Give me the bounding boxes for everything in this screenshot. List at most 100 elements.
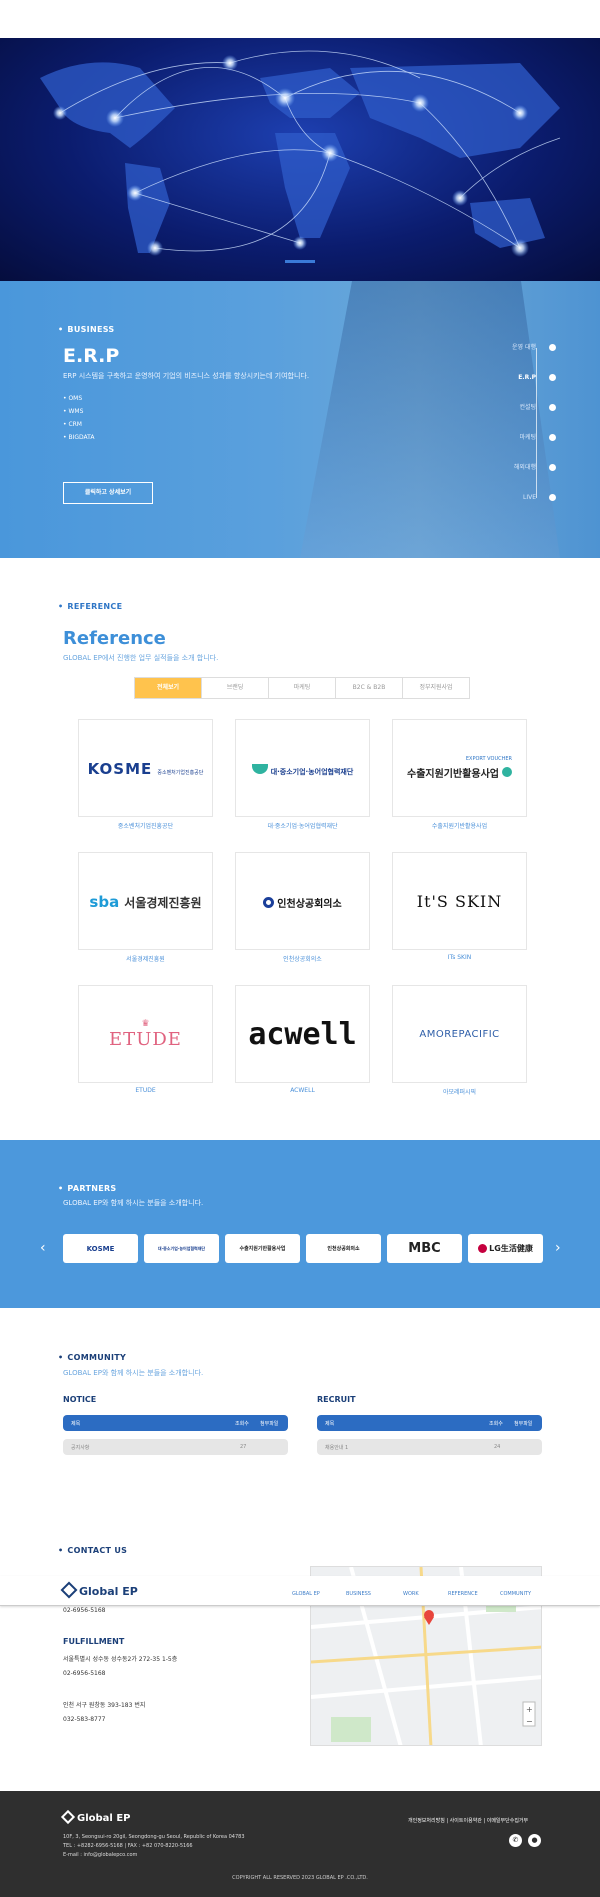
gnb-item-work[interactable]: WORK	[403, 1591, 419, 1597]
reference-subtitle: GLOBAL EP에서 진행한 업무 실적들을 소개 합니다.	[63, 654, 219, 662]
footer-address: 10F, 3, Seongsui-ro 20gil, Seongdong-gu …	[63, 1834, 245, 1840]
side-nav-item-consulting[interactable]: 컨설팅	[480, 400, 560, 430]
floating-gnb: Global EP GLOBAL EP BUSINESS WORK REFERE…	[0, 1576, 600, 1606]
fulfillment-address-1: 서울특별시 성수동 성수동2가 272-35 1-5층	[63, 1656, 178, 1663]
side-nav-item-live[interactable]: LIVE	[480, 490, 560, 520]
side-nav-dot	[549, 494, 556, 501]
reference-card-acwell[interactable]: acwell	[235, 985, 370, 1083]
reference-caption: 중소벤처기업진흥공단	[117, 823, 174, 830]
footer-copyright: COPYRIGHT ALL RESERVED 2023 GLOBAL EP .C…	[232, 1875, 368, 1881]
gnb-item-business[interactable]: BUSINESS	[346, 1591, 371, 1597]
business-item: OMS	[63, 392, 94, 405]
reference-card-incheon-chamber[interactable]: 인천상공회의소	[235, 852, 370, 950]
side-nav-label: 컨설팅	[519, 404, 536, 411]
reference-caption: 서울경제진흥원	[126, 956, 165, 963]
contact-section-label: CONTACT US	[58, 1546, 127, 1555]
notice-table-header: 제목 조회수 첨부파일	[63, 1415, 288, 1431]
side-nav-label: 해외대행	[513, 464, 536, 471]
svg-text:−: −	[526, 1717, 533, 1726]
partners-prev-arrow[interactable]: ‹	[40, 1240, 46, 1256]
incheon-chamber-logo: 인천상공회의소	[263, 892, 342, 911]
svg-text:+: +	[526, 1705, 533, 1714]
reference-card-win-win[interactable]: 대·중소기업·농어업협력재단	[235, 719, 370, 817]
reference-caption: 인천상공회의소	[283, 956, 322, 963]
recruit-table-header: 제목 조회수 첨부파일	[317, 1415, 542, 1431]
reference-card-sba[interactable]: sba 서울경제진흥원	[78, 852, 213, 950]
side-nav-dot	[549, 374, 556, 381]
side-nav-item-operation[interactable]: 운영 대행	[480, 340, 560, 370]
tab-branding[interactable]: 브랜딩	[202, 678, 269, 698]
reference-card-etude[interactable]: ♛ ETUDE	[78, 985, 213, 1083]
kosme-logo: KOSME 중소벤처기업진흥공단	[87, 759, 204, 778]
business-item: BIGDATA	[63, 431, 94, 444]
side-nav-label: 마케팅	[519, 434, 536, 441]
reference-caption: ETUDE	[135, 1087, 156, 1094]
logo-mark-icon	[60, 1581, 78, 1599]
footer-policy-links[interactable]: 개인정보처리방침 | 사이트이용약관 | 이메일무단수집거부	[408, 1817, 528, 1824]
map-pin-icon[interactable]: ●	[528, 1834, 541, 1847]
contact-phone: 02-6956-5168	[63, 1607, 106, 1614]
itsskin-logo: It'S SKIN	[416, 891, 503, 911]
reference-caption: 대·중소기업·농어업협력재단	[267, 823, 338, 830]
business-detail-button[interactable]: 클릭하고 상세보기	[63, 482, 153, 504]
reference-section-label: REFERENCE	[58, 602, 122, 611]
business-title: E.R.P	[63, 345, 120, 367]
reference-card-amorepacific[interactable]: AMOREPACIFIC	[392, 985, 527, 1083]
business-item: CRM	[63, 418, 94, 431]
side-nav-item-erp[interactable]: E.R.P	[480, 370, 560, 400]
reference-tabs: 전체보기 브랜딩 마케팅 B2C & B2B 정부지원사업	[134, 677, 470, 699]
world-network-graphic	[40, 50, 561, 263]
fulfillment-title: FULFILLMENT	[63, 1637, 125, 1646]
acwell-logo: acwell	[248, 1016, 357, 1052]
partner-logo-win-win: 대·중소기업·농어업협력재단	[144, 1234, 219, 1263]
side-nav-label: E.R.P	[518, 374, 536, 381]
phone-icon[interactable]: ✆	[509, 1834, 522, 1847]
notice-title: NOTICE	[63, 1395, 97, 1404]
partners-next-arrow[interactable]: ›	[555, 1240, 561, 1256]
gnb-item-reference[interactable]: REFERENCE	[448, 1591, 478, 1597]
gnb-item-globalep[interactable]: GLOBAL EP	[292, 1591, 320, 1597]
community-section-label: COMMUNITY	[58, 1353, 126, 1362]
amorepacific-logo: AMOREPACIFIC	[419, 1028, 500, 1040]
hero-world-map	[0, 38, 600, 281]
side-nav-item-overseas[interactable]: 해외대행	[480, 460, 560, 490]
side-nav-item-marketing[interactable]: 마케팅	[480, 430, 560, 460]
top-bar	[0, 0, 600, 38]
recruit-title: RECRUIT	[317, 1395, 356, 1404]
reference-card-kosme[interactable]: KOSME 중소벤처기업진흥공단	[78, 719, 213, 817]
reference-caption: ITs SKIN	[447, 954, 472, 961]
tab-gov-support[interactable]: 정부지원사업	[403, 678, 469, 698]
partner-logo-incheon-chamber: 인천상공회의소	[306, 1234, 381, 1263]
reference-caption: ACWELL	[290, 1087, 315, 1094]
fulfillment-phone-2: 032-583-8777	[63, 1716, 106, 1723]
side-nav-dot	[549, 434, 556, 441]
footer-logo: Global EP	[60, 1809, 130, 1825]
reference-card-itsskin[interactable]: It'S SKIN	[392, 852, 527, 950]
business-description: ERP 시스템을 구축하고 운영하여 기업의 비즈니스 성과를 향상시키는데 기…	[63, 372, 310, 380]
export-voucher-logo: EXPORT VOUCHER 수출지원기반활용사업	[407, 755, 512, 780]
reference-caption: 수출지원기반활용사업	[431, 823, 488, 830]
partner-logo-lg: LG生活健康	[468, 1234, 543, 1263]
gnb-item-community[interactable]: COMMUNITY	[500, 1591, 531, 1597]
reference-card-export-voucher[interactable]: EXPORT VOUCHER 수출지원기반활용사업	[392, 719, 527, 817]
recruit-row[interactable]: 채용안내 1 24	[317, 1439, 542, 1455]
business-item: WMS	[63, 405, 94, 418]
reference-title: Reference	[63, 628, 166, 649]
partners-section	[0, 1140, 600, 1308]
side-nav-label: 운영 대행	[512, 344, 536, 351]
business-side-nav: 운영 대행 E.R.P 컨설팅 마케팅 해외대행 LIVE	[480, 340, 560, 520]
side-nav-dot	[549, 344, 556, 351]
tab-marketing[interactable]: 마케팅	[269, 678, 336, 698]
business-section-label: BUSINESS	[58, 325, 114, 334]
footer-email: E-mail : info@globalepco.com	[63, 1852, 138, 1858]
side-nav-dot	[549, 404, 556, 411]
side-nav-dot	[549, 464, 556, 471]
notice-row[interactable]: 공지사항 27	[63, 1439, 288, 1455]
gnb-logo[interactable]: Global EP	[60, 1581, 138, 1599]
tab-b2c-b2b[interactable]: B2C & B2B	[336, 678, 403, 698]
sba-logo: sba 서울경제진흥원	[89, 892, 202, 911]
partners-section-label: PARTNERS	[58, 1184, 116, 1193]
tab-all[interactable]: 전체보기	[135, 678, 202, 698]
community-subtitle: GLOBAL EP와 함께 하시는 분들을 소개합니다.	[63, 1369, 204, 1377]
win-win-foundation-logo: 대·중소기업·농어업협력재단	[251, 759, 353, 778]
